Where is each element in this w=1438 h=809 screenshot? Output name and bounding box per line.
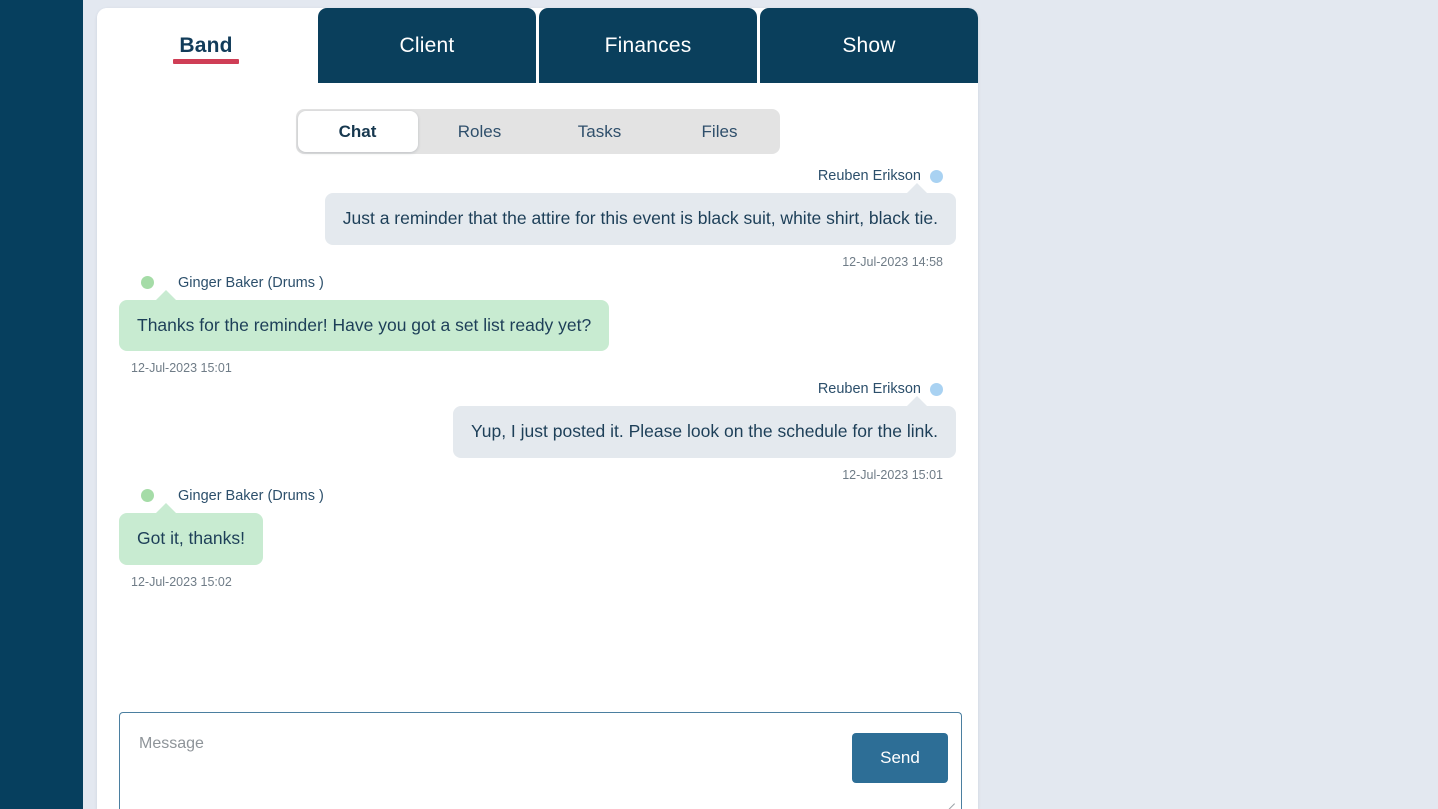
message-timestamp: 12-Jul-2023 15:01 [842,467,943,482]
sub-tab-files[interactable]: Files [660,109,780,154]
bubble-tail [906,183,928,194]
message-timestamp: 12-Jul-2023 15:02 [131,574,232,589]
message-bubble-row: Just a reminder that the attire for this… [119,183,956,245]
message-sender-name: Ginger Baker (Drums ) [178,274,324,291]
sub-tab-bar-wrapper: Chat Roles Tasks Files [97,83,978,154]
main-tab-label: Client [399,33,455,57]
message-sender-name: Ginger Baker (Drums ) [178,487,324,504]
message-timestamp: 12-Jul-2023 15:01 [131,361,232,376]
presence-status-dot-icon [930,169,943,183]
main-tab-label: Band [179,33,233,57]
send-button[interactable]: Send [852,733,948,783]
message-bubble: Got it, thanks! [119,502,263,565]
message-text: Thanks for the reminder! Have you got a … [137,314,592,335]
message-bubble-row: Got it, thanks! [119,502,956,565]
app-root: Band Client Finances Show Chat Roles Tasks Fil… [0,0,1438,809]
chat-message: Reuben Erikson Yup, I just posted it. Ple… [119,381,956,482]
sub-tab-tasks[interactable]: Tasks [540,109,660,154]
sub-tab-chat[interactable]: Chat [297,111,418,152]
presence-status-dot-icon [930,382,943,396]
bubble-tail [155,502,177,514]
main-tab-label: Finances [604,33,692,57]
main-tab-label: Show [842,33,896,57]
message-header: Reuben Erikson [119,168,956,184]
textarea-resize-handle[interactable] [944,793,956,805]
bubble-tail [906,396,928,408]
main-tab-show[interactable]: Show [760,8,978,83]
message-header: Reuben Erikson [119,381,956,397]
presence-status-dot-icon [141,489,154,503]
chat-message: Ginger Baker (Drums ) Thanks for the remi… [119,275,956,376]
message-composer[interactable]: Message Send [119,712,962,809]
main-tab-finances[interactable]: Finances [539,8,757,83]
message-timestamp: 12-Jul-2023 14:58 [842,254,943,269]
message-header: Ginger Baker (Drums ) [119,488,956,504]
message-sender-name: Reuben Erikson [817,168,921,184]
message-bubble: Yup, I just posted it. Please look on th… [453,396,956,458]
message-sender-name: Reuben Erikson [817,381,921,398]
sub-tab-bar: Chat Roles Tasks Files [295,109,780,154]
message-input-placeholder[interactable]: Message [139,735,204,753]
chat-message: Ginger Baker (Drums ) Got it, thanks! 12-J… [119,488,956,589]
active-tab-underline [173,59,239,64]
sub-tab-roles[interactable]: Roles [420,109,540,154]
message-text: Just a reminder that the attire for this… [342,208,938,228]
message-bubble: Just a reminder that the attire for this… [324,183,956,245]
left-nav-rail [0,0,83,809]
message-bubble-row: Yup, I just posted it. Please look on th… [119,396,956,458]
message-bubble: Thanks for the reminder! Have you got a … [119,289,610,352]
chat-message-list: Reuben Erikson Just a reminder that the a… [97,154,978,589]
message-text: Yup, I just posted it. Please look on th… [471,421,938,442]
band-panel-card: Band Client Finances Show Chat Roles Tasks Fil… [97,8,978,809]
panel-body: Chat Roles Tasks Files Reuben Erikson Just a… [97,83,978,809]
message-text: Got it, thanks! [137,527,245,548]
message-header: Ginger Baker (Drums ) [119,275,956,291]
main-tab-client[interactable]: Client [318,8,536,83]
chat-message: Reuben Erikson Just a reminder that the a… [119,168,956,269]
main-tab-band[interactable]: Band [97,8,315,83]
message-bubble-row: Thanks for the reminder! Have you got a … [119,289,956,352]
main-tab-bar: Band Client Finances Show [97,8,978,83]
bubble-tail [155,289,177,301]
presence-status-dot-icon [141,276,154,290]
